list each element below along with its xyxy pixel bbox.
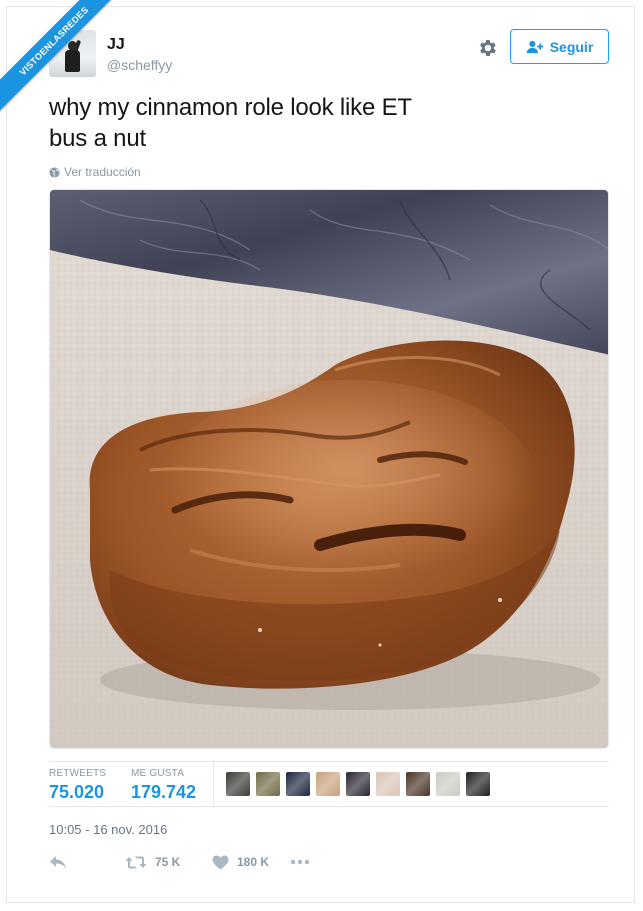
retweet-button[interactable]: 75 K [125, 855, 212, 870]
translate-label: Ver traducción [64, 165, 141, 179]
liker-avatar[interactable] [256, 772, 280, 796]
like-button[interactable]: 180 K [212, 855, 290, 870]
watermark-ribbon: VISTOENLASREDES [0, 0, 120, 120]
globe-icon [49, 166, 60, 178]
liker-avatar[interactable] [346, 772, 370, 796]
more-icon [290, 859, 310, 865]
gear-icon[interactable] [476, 37, 498, 59]
retweets-label: RETWEETS [49, 768, 107, 779]
cinnamon-roll-photo [50, 190, 608, 748]
divider-top [49, 761, 609, 762]
liker-avatar[interactable] [376, 772, 400, 796]
retweet-count: 75 K [155, 855, 181, 869]
heart-icon [212, 855, 229, 869]
divider-bottom [49, 806, 609, 807]
retweets-stat[interactable]: RETWEETS 75.020 [49, 768, 106, 803]
liker-avatar[interactable] [286, 772, 310, 796]
likes-value: 179.742 [131, 782, 197, 802]
tweet-actions: 75 K 180 K [49, 852, 310, 872]
likes-stat[interactable]: ME GUSTA 179.742 [131, 768, 196, 803]
liker-avatar[interactable] [436, 772, 460, 796]
more-button[interactable] [290, 859, 310, 865]
watermark-corner: VISTOENLASREDES [0, 0, 120, 120]
follow-label: Seguir [549, 38, 594, 55]
retweets-value: 75.020 [49, 782, 105, 802]
liker-avatar[interactable] [466, 772, 490, 796]
tweet-timestamp[interactable]: 10:05 - 16 nov. 2016 [49, 822, 167, 837]
stats-separator [213, 762, 214, 805]
translate-link[interactable]: Ver traducción [49, 165, 141, 179]
reply-icon [50, 855, 66, 868]
retweet-icon [125, 856, 147, 868]
liker-avatars [226, 772, 490, 796]
liker-avatar[interactable] [406, 772, 430, 796]
likes-label: ME GUSTA [131, 768, 185, 779]
follow-button[interactable]: Seguir [510, 29, 609, 64]
like-count: 180 K [237, 855, 270, 869]
tweet-text: why my cinnamon role look like ET bus a … [49, 94, 412, 152]
liker-avatar[interactable] [226, 772, 250, 796]
liker-avatar[interactable] [316, 772, 340, 796]
tweet-photo[interactable] [49, 189, 609, 749]
user-plus-icon [526, 40, 544, 53]
reply-button[interactable] [49, 855, 125, 870]
